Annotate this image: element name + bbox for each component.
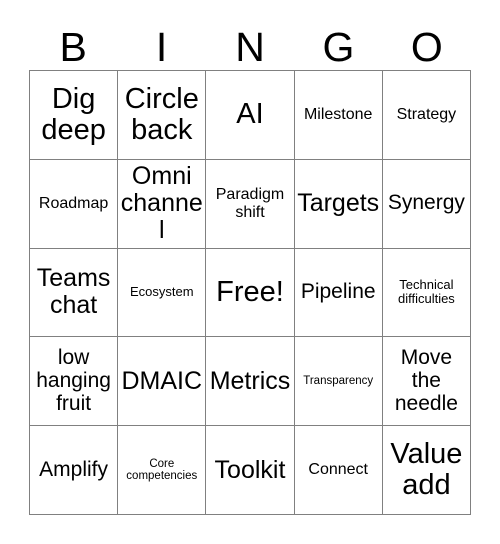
bingo-cell-label: Roadmap <box>38 195 109 213</box>
bingo-header-row: B I N G O <box>29 14 471 70</box>
bingo-cell-label: Amplify <box>39 457 109 481</box>
bingo-cell[interactable]: Synergy <box>382 159 471 249</box>
bingo-cell-free[interactable]: Free! <box>206 248 295 338</box>
bingo-cell[interactable]: Teams chat <box>30 248 119 338</box>
bingo-cell-label: Toolkit <box>214 455 286 484</box>
bingo-cell-label: Core competencies <box>126 457 198 483</box>
bingo-cell[interactable]: Strategy <box>382 71 471 160</box>
bingo-cell-label: Milestone <box>303 106 373 124</box>
bingo-cell[interactable]: Technical difficulties <box>382 248 471 338</box>
bingo-cell-label: Paradigm shift <box>215 186 285 221</box>
bingo-cell[interactable]: Transparency <box>294 337 383 427</box>
bingo-cell[interactable]: Core competencies <box>118 426 207 515</box>
bingo-cell-label: Transparency <box>303 375 374 388</box>
bingo-cell[interactable]: Toolkit <box>206 426 295 515</box>
bingo-cell[interactable]: Amplify <box>30 426 119 515</box>
bingo-cell-label: DMAIC <box>121 366 203 395</box>
bingo-cell-label: Value add <box>390 437 463 502</box>
bingo-cell[interactable]: Connect <box>294 426 383 515</box>
bingo-cell[interactable]: Targets <box>294 159 383 249</box>
bingo-cell-label: Metrics <box>209 366 291 395</box>
bingo-cell[interactable]: Pipeline <box>294 248 383 338</box>
bingo-cell[interactable]: AI <box>206 71 295 160</box>
bingo-grid: Dig deep Circle back AI Milestone Strate… <box>29 70 471 515</box>
bingo-cell-label: Omni channel <box>120 162 203 245</box>
bingo-cell[interactable]: Milestone <box>294 71 383 160</box>
bingo-header-letter-o: O <box>410 24 443 70</box>
bingo-cell-label: Synergy <box>387 191 465 215</box>
bingo-cell-label: low hanging fruit <box>36 346 111 415</box>
bingo-cell-label: Ecosystem <box>130 284 194 300</box>
bingo-cell-label: Teams chat <box>36 264 111 320</box>
bingo-card: B I N G O Dig deep Circle back AI Milest… <box>29 14 471 515</box>
bingo-cell-label: Free! <box>216 275 284 308</box>
bingo-cell-label: Pipeline <box>300 280 376 304</box>
bingo-cell[interactable]: Omni channel <box>118 159 207 249</box>
bingo-header-letter-i: I <box>155 24 168 70</box>
bingo-header-letter-b: B <box>59 24 87 70</box>
bingo-cell[interactable]: Circle back <box>118 71 207 160</box>
bingo-cell-label: Dig deep <box>41 82 106 146</box>
bingo-cell[interactable]: Roadmap <box>30 159 119 249</box>
bingo-cell[interactable]: Metrics <box>206 337 295 427</box>
bingo-cell-label: Move the needle <box>394 346 458 415</box>
bingo-cell-label: Connect <box>308 461 368 479</box>
bingo-cell[interactable]: Value add <box>382 426 471 515</box>
bingo-cell-label: Circle back <box>124 82 199 146</box>
bingo-cell-label: AI <box>236 98 264 131</box>
bingo-header-letter-g: G <box>322 24 355 70</box>
bingo-cell[interactable]: Ecosystem <box>118 248 207 338</box>
bingo-cell-label: Strategy <box>396 106 457 124</box>
bingo-cell[interactable]: Paradigm shift <box>206 159 295 249</box>
bingo-header-letter-n: N <box>235 24 265 70</box>
bingo-cell[interactable]: low hanging fruit <box>30 337 119 427</box>
bingo-cell-label: Technical difficulties <box>397 277 455 307</box>
bingo-cell[interactable]: Move the needle <box>382 337 471 427</box>
bingo-cell[interactable]: Dig deep <box>30 71 119 160</box>
bingo-cell-label: Targets <box>297 189 380 218</box>
bingo-cell[interactable]: DMAIC <box>118 337 207 427</box>
